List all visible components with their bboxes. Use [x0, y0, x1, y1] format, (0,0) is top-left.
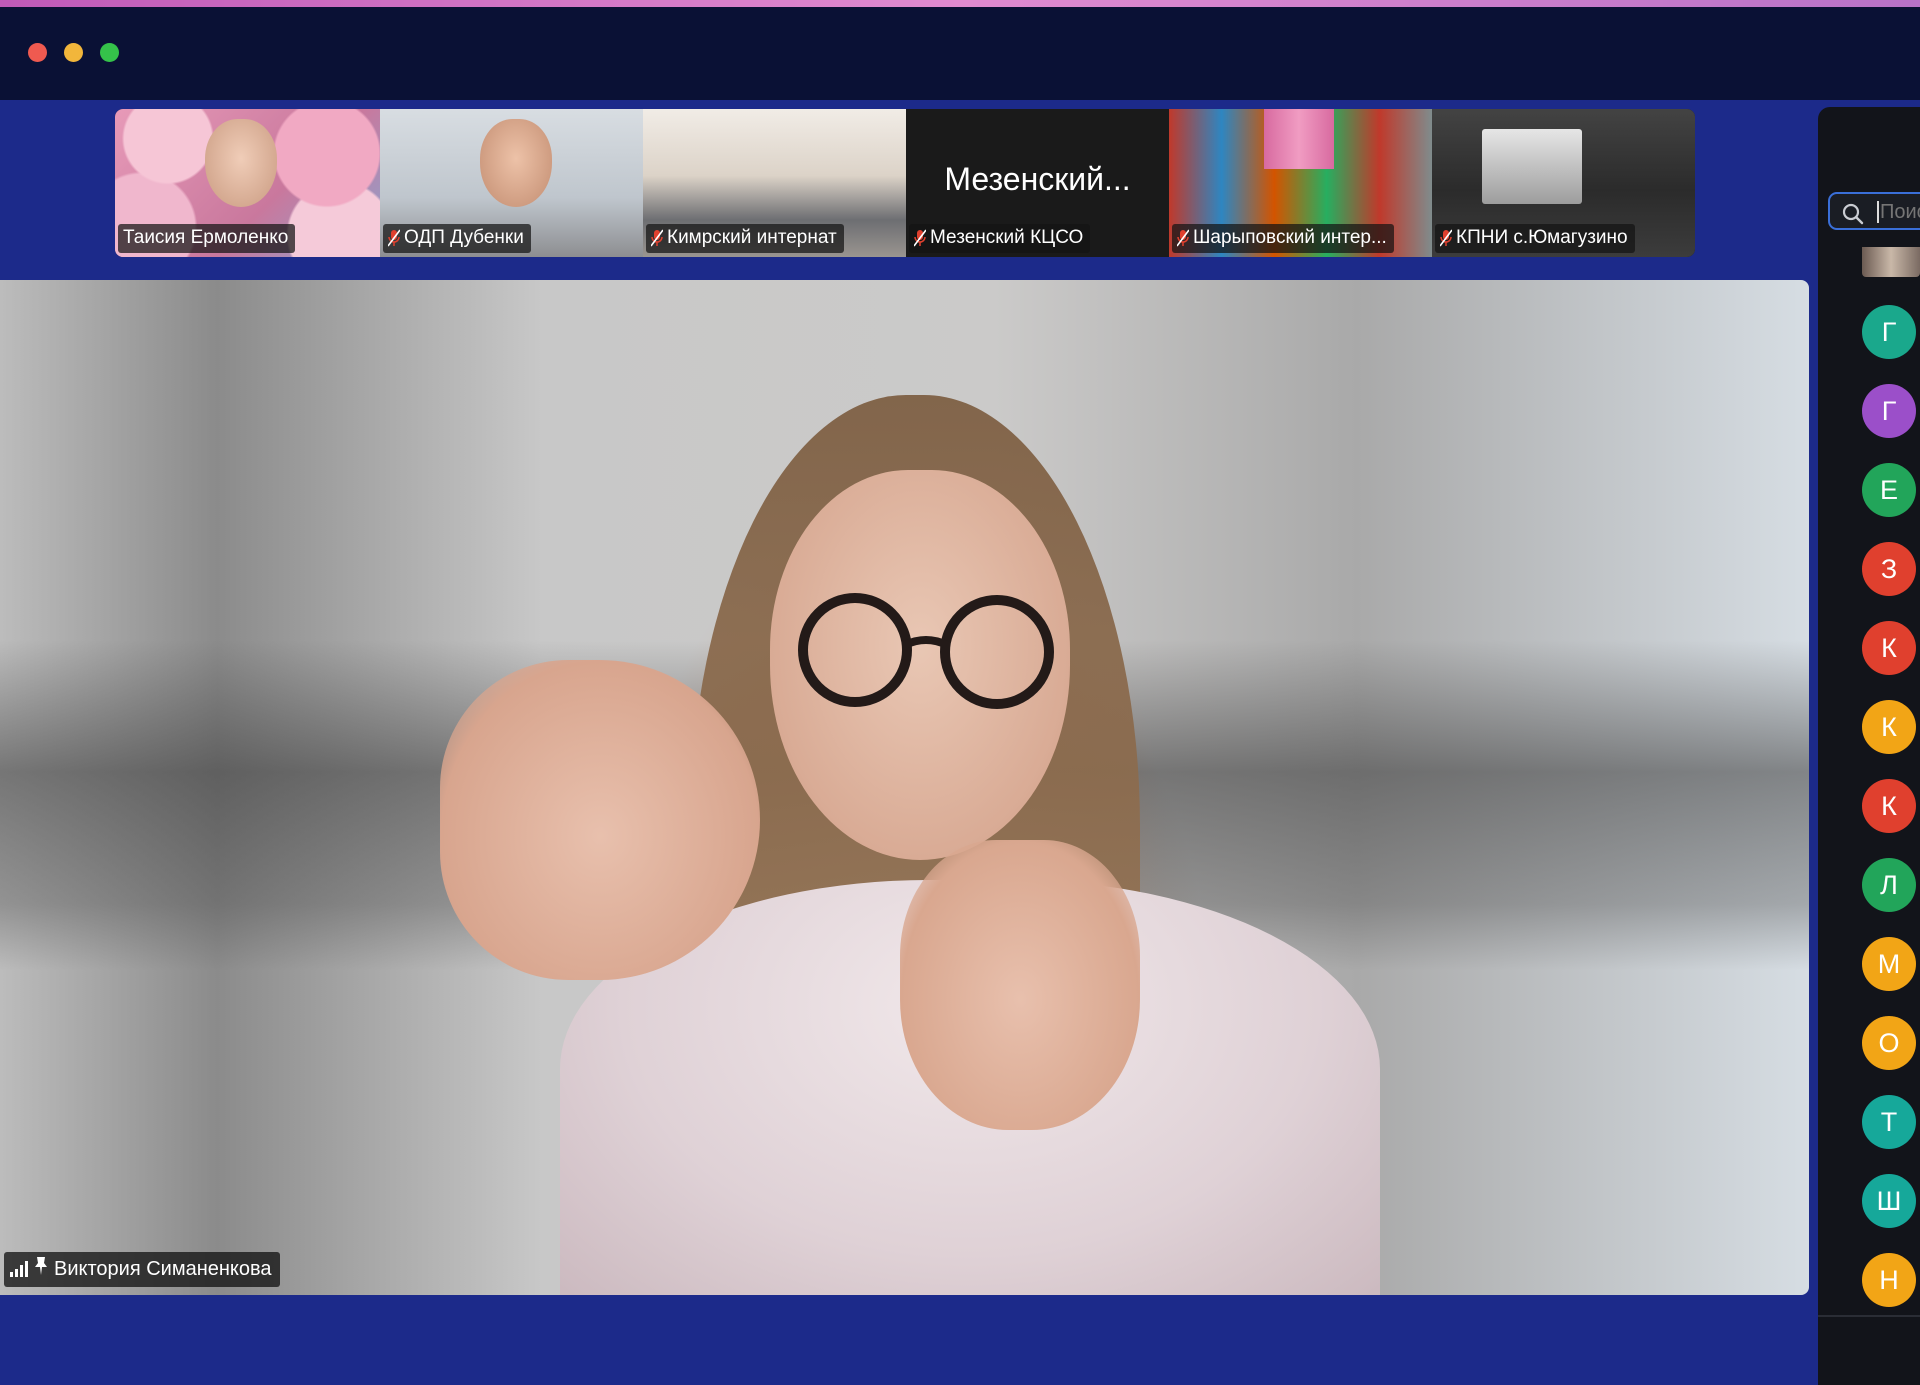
- active-speaker-video[interactable]: Виктория Симаненкова: [0, 280, 1809, 1295]
- participant-display-name: Мезенский...: [944, 161, 1131, 197]
- participant-photo-avatar[interactable]: [1862, 247, 1920, 277]
- participant-name: Мезенский КЦСО: [930, 227, 1084, 248]
- participant-avatar[interactable]: К: [1862, 700, 1916, 754]
- participant-thumbnail[interactable]: ОДП Дубенки: [380, 109, 643, 257]
- speaker-figure: [440, 660, 760, 980]
- close-window-button[interactable]: [28, 43, 47, 62]
- participant-avatar[interactable]: Т: [1862, 1095, 1916, 1149]
- participant-name-label: ОДП Дубенки: [383, 224, 531, 253]
- participant-avatar-list: ГГЕЗКККЛМОТШН: [1862, 305, 1920, 1332]
- participant-video: [1264, 109, 1334, 169]
- text-caret: [1877, 201, 1879, 223]
- window-top-accent: [0, 0, 1920, 7]
- speaker-figure: [900, 840, 1140, 1130]
- participant-search-input[interactable]: [1880, 199, 1920, 225]
- participants-panel: ГГЕЗКККЛМОТШН: [1818, 107, 1920, 1385]
- maximize-window-button[interactable]: [100, 43, 119, 62]
- muted-mic-icon: [388, 229, 400, 247]
- active-speaker-name-label: Виктория Симаненкова: [4, 1252, 280, 1287]
- participant-avatar[interactable]: М: [1862, 937, 1916, 991]
- participant-thumbnail-strip: Таисия Ермоленко ОДП Дубенки Кимрский ин…: [115, 109, 1695, 257]
- participant-name: Таисия Ермоленко: [123, 227, 289, 248]
- participant-name-label: КПНИ с.Юмагузино: [1435, 224, 1635, 253]
- participant-name-label: Таисия Ермоленко: [118, 224, 296, 253]
- participant-name-label: Кимрский интернат: [646, 224, 844, 253]
- muted-mic-icon: [1440, 229, 1452, 247]
- muted-mic-icon: [651, 229, 663, 247]
- minimize-window-button[interactable]: [64, 43, 83, 62]
- connection-signal-icon: [10, 1261, 28, 1277]
- speaker-glasses: [798, 593, 1054, 709]
- participant-avatar[interactable]: Н: [1862, 1253, 1916, 1307]
- participant-video: [480, 119, 552, 207]
- participant-video: [1482, 129, 1582, 204]
- participant-name: КПНИ с.Юмагузино: [1456, 227, 1628, 248]
- participant-name: ОДП Дубенки: [404, 227, 524, 248]
- panel-divider: [1818, 1315, 1920, 1317]
- participant-avatar[interactable]: Л: [1862, 858, 1916, 912]
- search-icon: [1842, 203, 1864, 225]
- participant-name: Шарыповский интер...: [1193, 227, 1387, 248]
- participant-thumbnail[interactable]: Кимрский интернат: [643, 109, 906, 257]
- participant-thumbnail[interactable]: КПНИ с.Юмагузино: [1432, 109, 1695, 257]
- participant-name: Кимрский интернат: [667, 227, 837, 248]
- participant-avatar[interactable]: Г: [1862, 305, 1916, 359]
- participant-avatar[interactable]: К: [1862, 779, 1916, 833]
- participant-name-label: Шарыповский интер...: [1172, 224, 1394, 253]
- active-speaker-name: Виктория Симаненкова: [54, 1257, 272, 1280]
- muted-mic-icon: [914, 229, 926, 247]
- participant-name-label: Мезенский КЦСО: [909, 224, 1091, 253]
- participant-avatar[interactable]: З: [1862, 542, 1916, 596]
- title-bar: [0, 7, 1920, 100]
- participant-avatar[interactable]: Г: [1862, 384, 1916, 438]
- participant-search-box[interactable]: [1828, 192, 1920, 230]
- participant-avatar[interactable]: Ш: [1862, 1174, 1916, 1228]
- participant-avatar[interactable]: К: [1862, 621, 1916, 675]
- pin-icon: [34, 1256, 48, 1282]
- participant-video: [205, 119, 277, 207]
- participant-avatar[interactable]: Е: [1862, 463, 1916, 517]
- participant-thumbnail[interactable]: Шарыповский интер...: [1169, 109, 1432, 257]
- participant-thumbnail[interactable]: Таисия Ермоленко: [115, 109, 380, 257]
- participant-avatar[interactable]: О: [1862, 1016, 1916, 1070]
- participant-thumbnail[interactable]: Мезенский... Мезенский КЦСО: [906, 109, 1169, 257]
- muted-mic-icon: [1177, 229, 1189, 247]
